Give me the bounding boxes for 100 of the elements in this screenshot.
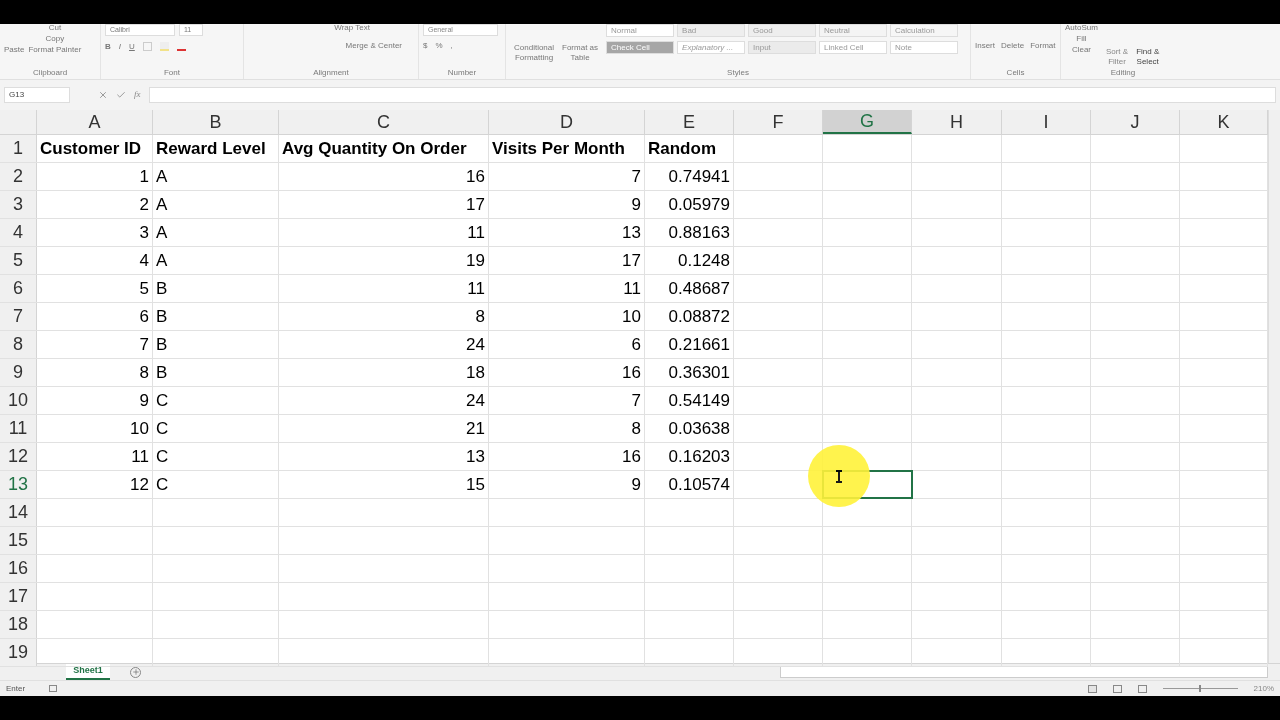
row-header[interactable]: 14 bbox=[0, 499, 37, 526]
table-cell-text: 18 bbox=[466, 361, 485, 384]
comma-button[interactable]: , bbox=[450, 42, 453, 50]
add-sheet-icon[interactable] bbox=[130, 666, 141, 678]
cut-button[interactable]: Cut bbox=[28, 24, 82, 32]
table-cell-text: 0.48687 bbox=[668, 277, 730, 300]
row-header[interactable]: 12 bbox=[0, 443, 37, 470]
column-title: Reward Level bbox=[156, 137, 266, 160]
group-label: Editing bbox=[1110, 67, 1136, 79]
table-cell-text: 0.36301 bbox=[668, 361, 730, 384]
row-header[interactable]: 16 bbox=[0, 555, 37, 582]
row-header[interactable]: 11 bbox=[0, 415, 37, 442]
copy-button[interactable]: Copy bbox=[28, 35, 82, 43]
table-cell-text: C bbox=[156, 389, 169, 412]
sort-filter-button[interactable]: Sort & Filter bbox=[1105, 24, 1129, 67]
table-cell-text: B bbox=[156, 361, 168, 384]
column-header[interactable]: G bbox=[823, 110, 912, 134]
underline-button[interactable]: U bbox=[129, 42, 135, 51]
cell-style-tile[interactable]: Input bbox=[748, 41, 817, 54]
table-cell-text: 16 bbox=[622, 445, 641, 468]
bold-button[interactable]: B bbox=[105, 42, 111, 51]
column-header[interactable]: C bbox=[279, 110, 489, 134]
fill-button[interactable]: Fill bbox=[1065, 35, 1098, 43]
table-cell-text: 8 bbox=[631, 417, 641, 440]
percent-button[interactable]: % bbox=[435, 42, 443, 50]
name-box[interactable]: G13 bbox=[4, 87, 70, 103]
row-header[interactable]: 5 bbox=[0, 247, 37, 274]
column-header[interactable]: B bbox=[153, 110, 279, 134]
find-select-button[interactable]: Find & Select bbox=[1136, 24, 1160, 67]
column-header[interactable]: J bbox=[1091, 110, 1180, 134]
fill-color-icon[interactable] bbox=[159, 42, 169, 51]
enter-icon[interactable] bbox=[116, 90, 126, 100]
cancel-icon[interactable] bbox=[98, 90, 108, 100]
format-as-table-button[interactable]: Format as Table bbox=[562, 24, 599, 67]
table-cell-text: C bbox=[156, 417, 169, 440]
column-title: Avg Quantity On Order bbox=[282, 137, 467, 160]
table-cell-text: A bbox=[156, 165, 168, 188]
table-cell-text: 0.03638 bbox=[668, 417, 730, 440]
row-header[interactable]: 6 bbox=[0, 275, 37, 302]
zoom-level[interactable]: 210% bbox=[1253, 682, 1274, 695]
table-cell-text: B bbox=[156, 305, 168, 328]
cell-style-tile[interactable]: Bad bbox=[677, 24, 746, 37]
cell-style-tile[interactable]: Explanatory ... bbox=[677, 41, 746, 54]
row-header[interactable]: 13 bbox=[0, 471, 37, 498]
paste-button[interactable]: Paste bbox=[4, 45, 25, 54]
group-label: Styles bbox=[727, 67, 749, 79]
insert-function-button[interactable]: fx bbox=[134, 88, 141, 102]
format-painter-button[interactable]: Format Painter bbox=[28, 46, 82, 54]
autosum-button[interactable]: AutoSum bbox=[1065, 24, 1098, 32]
row-header[interactable]: 8 bbox=[0, 331, 37, 358]
cell-style-tile[interactable]: Check Cell bbox=[606, 41, 675, 54]
page-layout-icon[interactable] bbox=[1112, 684, 1122, 693]
table-cell-text: 13 bbox=[466, 445, 485, 468]
borders-icon[interactable] bbox=[142, 42, 152, 51]
table-cell-text: 6 bbox=[139, 305, 149, 328]
cell-style-tile[interactable]: Calculation bbox=[890, 24, 959, 37]
row-header[interactable]: 4 bbox=[0, 219, 37, 246]
column-header[interactable]: H bbox=[912, 110, 1002, 134]
currency-button[interactable]: $ bbox=[423, 42, 428, 50]
table-cell-text: 11 bbox=[131, 445, 149, 468]
column-title: Visits Per Month bbox=[492, 137, 625, 160]
column-header[interactable]: E bbox=[645, 110, 734, 134]
wrap-text-button[interactable]: Wrap Text bbox=[334, 24, 370, 32]
column-header[interactable]: A bbox=[37, 110, 153, 134]
row-header[interactable]: 17 bbox=[0, 583, 37, 610]
row-header[interactable]: 18 bbox=[0, 611, 37, 638]
table-cell-text: C bbox=[156, 445, 169, 468]
column-header[interactable]: D bbox=[489, 110, 645, 134]
row-header[interactable]: 2 bbox=[0, 163, 37, 190]
cell-style-tile[interactable]: Note bbox=[890, 41, 959, 54]
format-button[interactable]: Format bbox=[1030, 41, 1056, 50]
column-header[interactable]: I bbox=[1002, 110, 1091, 134]
row-header[interactable]: 3 bbox=[0, 191, 37, 218]
row-header[interactable]: 10 bbox=[0, 387, 37, 414]
italic-button[interactable]: I bbox=[118, 42, 121, 51]
cell-style-tile[interactable]: Linked Cell bbox=[819, 41, 888, 54]
row-header[interactable]: 9 bbox=[0, 359, 37, 386]
page-break-icon[interactable] bbox=[1137, 684, 1147, 693]
table-cell-text: 7 bbox=[139, 333, 149, 356]
table-cell-text: 7 bbox=[631, 165, 641, 188]
row-header[interactable]: 1 bbox=[0, 135, 37, 162]
row-header[interactable]: 19 bbox=[0, 639, 37, 666]
merge-center-button[interactable]: Merge & Center bbox=[345, 42, 402, 50]
insert-button[interactable]: Insert bbox=[975, 41, 995, 50]
cell-style-tile[interactable]: Neutral bbox=[819, 24, 888, 37]
table-cell-text: 0.54149 bbox=[668, 389, 730, 412]
cell-style-tile[interactable]: Normal bbox=[606, 24, 675, 37]
clear-button[interactable]: Clear bbox=[1065, 46, 1098, 54]
conditional-formatting-button[interactable]: Conditional Formatting bbox=[514, 24, 555, 67]
row-header[interactable]: 15 bbox=[0, 527, 37, 554]
table-cell-text: 15 bbox=[466, 473, 485, 496]
row-header[interactable]: 7 bbox=[0, 303, 37, 330]
group-label: Cells bbox=[1006, 67, 1025, 79]
cell-style-tile[interactable]: Good bbox=[748, 24, 817, 37]
group-label: Clipboard bbox=[32, 67, 68, 79]
column-title: Random bbox=[648, 137, 716, 160]
formula-field[interactable] bbox=[148, 87, 1276, 103]
zoom-slider-thumb[interactable] bbox=[1199, 685, 1202, 692]
delete-button[interactable]: Delete bbox=[1001, 41, 1025, 50]
normal-view-icon[interactable] bbox=[1087, 684, 1097, 693]
